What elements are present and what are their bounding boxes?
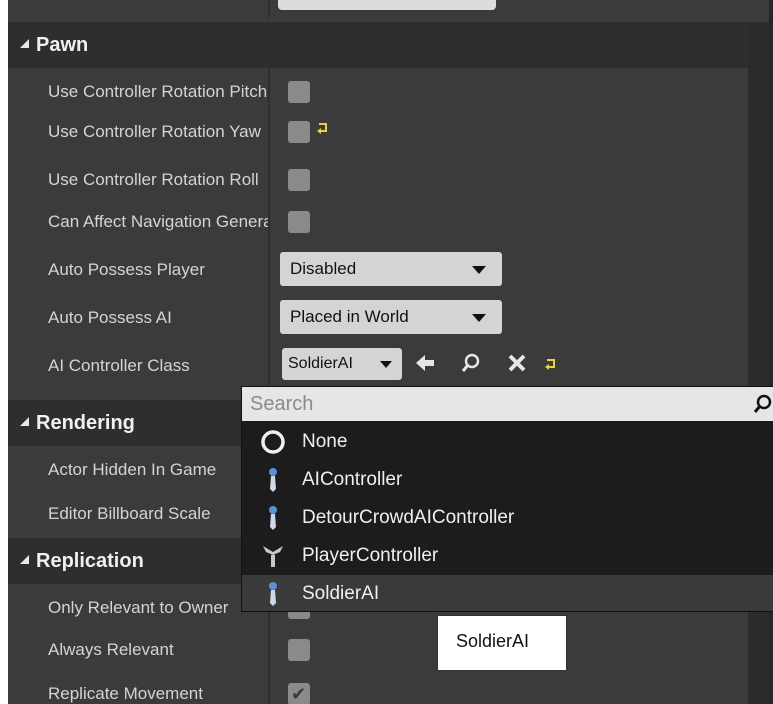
property-label: Only Relevant to Owner: [48, 598, 229, 617]
column-divider: [268, 246, 270, 294]
auto-possess-player-dropdown[interactable]: Disabled: [280, 252, 502, 286]
tooltip-text: SoldierAI: [456, 631, 530, 651]
tooltip: SoldierAI: [437, 615, 567, 671]
chevron-down-icon: [380, 361, 392, 368]
clear-x-icon[interactable]: [506, 352, 528, 374]
property-row-replicate-movement: Replicate Movement ✔: [8, 670, 748, 704]
option-label: AIController: [302, 469, 403, 490]
class-option-aicontroller[interactable]: AIController: [242, 461, 773, 499]
option-label: PlayerController: [302, 545, 439, 566]
property-row-always-relevant: Always Relevant: [8, 626, 748, 674]
column-divider: [268, 294, 270, 342]
property-label: Auto Possess AI: [48, 308, 172, 327]
property-label: Can Affect Navigation Generation: [48, 212, 268, 231]
dropdown-value: Disabled: [290, 259, 357, 278]
property-row-ai-controller-class: AI Controller Class SoldierAI: [8, 342, 748, 390]
ai-controller-class-combo[interactable]: SoldierAI: [282, 348, 402, 380]
column-divider: [268, 670, 270, 704]
collapse-triangle-icon: [20, 39, 29, 48]
class-option-soldierai[interactable]: SoldierAI: [242, 575, 773, 611]
property-label: Replicate Movement: [48, 684, 203, 703]
dropdown-value: Placed in World: [290, 307, 409, 326]
column-divider: [268, 342, 270, 390]
property-label: Editor Billboard Scale: [48, 504, 211, 523]
class-picker-popup: None AIController DetourCrowdAIControlle…: [241, 386, 773, 612]
previous-field[interactable]: [278, 0, 496, 10]
use-selected-arrow-icon[interactable]: [414, 352, 436, 374]
section-title: Rendering: [36, 412, 135, 434]
ai-controller-icon: [269, 506, 277, 530]
search-icon: [753, 394, 772, 413]
checkbox[interactable]: [288, 121, 310, 143]
column-divider: [268, 108, 270, 156]
class-option-playercontroller[interactable]: PlayerController: [242, 537, 773, 575]
checkbox[interactable]: [288, 211, 310, 233]
property-row-rotation-roll: Use Controller Rotation Roll: [8, 156, 748, 204]
property-row-auto-possess-player: Auto Possess Player Disabled: [8, 246, 748, 294]
column-divider: [268, 626, 270, 674]
option-label: SoldierAI: [302, 583, 380, 604]
class-search-box: [242, 387, 773, 421]
section-header-pawn[interactable]: Pawn: [8, 22, 748, 68]
option-label: DetourCrowdAIController: [302, 507, 515, 528]
checkbox[interactable]: [288, 81, 310, 103]
checkbox[interactable]: ✔: [288, 683, 310, 704]
collapse-triangle-icon: [20, 555, 29, 564]
previous-row-strip: [8, 0, 748, 18]
chevron-down-icon: [472, 314, 486, 322]
auto-possess-ai-dropdown[interactable]: Placed in World: [280, 300, 502, 334]
class-option-none[interactable]: None: [242, 423, 773, 461]
browse-magnifier-icon[interactable]: [460, 352, 482, 374]
property-label: Use Controller Rotation Pitch: [48, 82, 268, 101]
chevron-down-icon: [472, 266, 486, 274]
player-controller-icon: [263, 546, 283, 567]
reset-to-default-icon[interactable]: [544, 357, 558, 371]
property-label: Use Controller Rotation Yaw: [48, 122, 261, 141]
reset-to-default-icon[interactable]: [316, 121, 330, 135]
checkbox[interactable]: [288, 169, 310, 191]
collapse-triangle-icon: [20, 417, 29, 426]
ai-controller-icon: [269, 582, 277, 606]
class-option-detourcrowdaicontroller[interactable]: DetourCrowdAIController: [242, 499, 773, 537]
property-row-can-affect-navigation: Can Affect Navigation Generation: [8, 198, 748, 246]
search-input[interactable]: [248, 389, 752, 419]
column-divider: [268, 198, 270, 246]
checkbox[interactable]: [288, 639, 310, 661]
property-label: Actor Hidden In Game: [48, 460, 217, 479]
property-label: Always Relevant: [48, 640, 174, 659]
section-title: Pawn: [36, 34, 89, 56]
checkmark-icon: ✔: [291, 684, 307, 704]
property-row-auto-possess-ai: Auto Possess AI Placed in World: [8, 294, 748, 342]
option-label: None: [302, 431, 348, 452]
none-circle-icon: [261, 430, 285, 454]
property-row-rotation-yaw: Use Controller Rotation Yaw: [8, 108, 748, 156]
column-divider: [268, 156, 270, 204]
column-divider: [268, 0, 270, 18]
property-label: AI Controller Class: [48, 356, 190, 375]
section-title: Replication: [36, 550, 144, 572]
property-label: Use Controller Rotation Roll: [48, 170, 259, 189]
ai-controller-icon: [269, 468, 277, 492]
property-label: Auto Possess Player: [48, 260, 205, 279]
combo-value: SoldierAI: [288, 355, 353, 372]
